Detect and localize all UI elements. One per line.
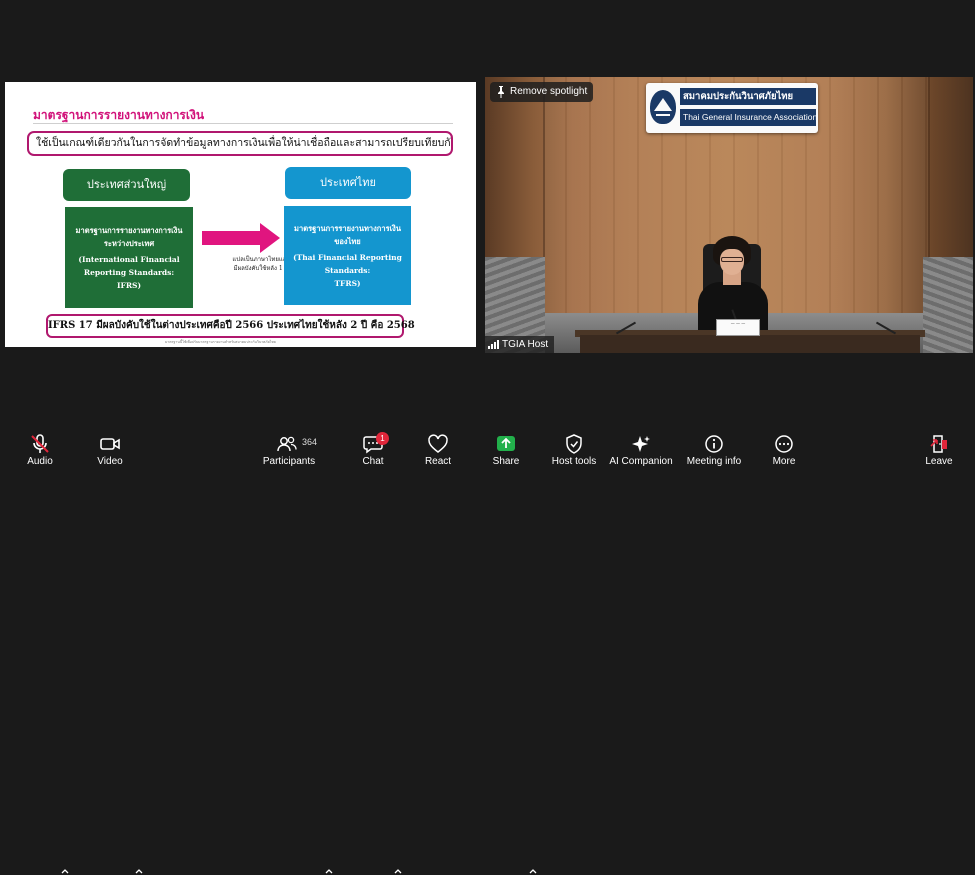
pin-icon bbox=[498, 86, 504, 98]
slide-subtitle: ใช้เป็นเกณฑ์เดียวกันในการจัดทำข้อมูลทางก… bbox=[27, 131, 453, 156]
microphone-muted-icon bbox=[31, 434, 49, 453]
tfrs-line: มาตรฐานการรายงานทางการเงิน bbox=[294, 223, 401, 233]
ifrs-line: (International Financial bbox=[78, 254, 180, 264]
chat-button[interactable]: 1 Chat bbox=[356, 428, 390, 471]
more-label: More bbox=[772, 456, 796, 467]
ifrs-line: IFRS) bbox=[116, 280, 142, 290]
audio-label: Audio bbox=[27, 456, 53, 467]
shared-screen-slide: มาตรฐานการรายงานทางการเงิน ใช้เป็นเกณฑ์เ… bbox=[5, 82, 476, 347]
slide-divider bbox=[33, 123, 453, 124]
audio-options-chevron-up-icon[interactable] bbox=[60, 867, 70, 875]
leave-door-icon bbox=[930, 435, 947, 453]
signal-strength-icon bbox=[488, 340, 499, 349]
speaker-face bbox=[720, 249, 744, 275]
remove-spotlight-label: Remove spotlight bbox=[510, 86, 588, 97]
association-sign: สมาคมประกันวินาศภัยไทย Thai General Insu… bbox=[646, 83, 818, 133]
tgia-logo-icon bbox=[650, 90, 676, 124]
share-screen-icon bbox=[497, 436, 515, 451]
more-dots-icon bbox=[775, 435, 793, 453]
meeting-info-button[interactable]: Meeting info bbox=[684, 428, 744, 471]
heart-icon bbox=[428, 434, 448, 453]
remove-spotlight-button[interactable]: Remove spotlight bbox=[490, 82, 594, 102]
ifrs-line: มาตรฐานการรายงานทางการเงิน bbox=[75, 225, 183, 235]
audio-button[interactable]: Audio bbox=[20, 428, 60, 471]
ifrs-box: มาตรฐานการรายงานทางการเงิน ระหว่างประเทศ… bbox=[65, 207, 193, 308]
leave-label: Leave bbox=[925, 456, 953, 467]
tfrs-line: TFRS) bbox=[334, 278, 361, 288]
share-button[interactable]: Share bbox=[488, 428, 524, 471]
participants-label: Participants bbox=[262, 456, 316, 467]
tfrs-box: มาตรฐานการรายงานทางการเงิน ของไทย (Thai … bbox=[284, 206, 411, 305]
host-tools-label: Host tools bbox=[551, 456, 597, 467]
arrow-right-icon bbox=[202, 223, 280, 253]
meeting-info-label: Meeting info bbox=[686, 456, 742, 467]
participants-button[interactable]: 364 Participants bbox=[262, 428, 318, 471]
tfrs-line: Standards: bbox=[324, 265, 371, 275]
participants-options-chevron-up-icon[interactable] bbox=[324, 867, 334, 875]
ai-companion-label: AI Companion bbox=[609, 456, 673, 467]
video-options-chevron-up-icon[interactable] bbox=[134, 867, 144, 875]
shield-icon bbox=[566, 434, 582, 454]
slide-footer: IFRS 17 มีผลบังคับใช้ในต่างประเทศคือปี 2… bbox=[46, 314, 415, 338]
participants-icon bbox=[277, 436, 297, 452]
sign-english-text: Thai General Insurance Association bbox=[680, 109, 816, 126]
react-label: React bbox=[424, 456, 452, 467]
leave-button[interactable]: Leave bbox=[922, 428, 956, 471]
participants-count: 364 bbox=[302, 437, 318, 447]
host-tools-button[interactable]: Host tools bbox=[548, 428, 600, 471]
meeting-stage: มาตรฐานการรายงานทางการเงิน ใช้เป็นเกณฑ์เ… bbox=[0, 0, 975, 428]
right-header: ประเทศไทย bbox=[285, 167, 411, 199]
chat-label: Chat bbox=[362, 456, 384, 467]
floor-right bbox=[923, 257, 973, 353]
speaker-glasses bbox=[721, 257, 743, 262]
spotlight-video-tile[interactable]: สมาคมประกันวินาศภัยไทย Thai General Insu… bbox=[485, 77, 973, 353]
more-button[interactable]: More bbox=[766, 428, 802, 471]
sign-thai-text: สมาคมประกันวินาศภัยไทย bbox=[680, 88, 816, 105]
share-label: Share bbox=[492, 456, 520, 467]
participant-name-tag: TGIA Host bbox=[485, 336, 555, 353]
slide-footnote: มาตรฐานนี้ใช้เพื่อปรับมาตรฐานรายงานสำหรั… bbox=[165, 340, 276, 344]
react-button[interactable]: React bbox=[420, 428, 456, 471]
info-icon bbox=[705, 435, 723, 453]
chat-options-chevron-up-icon[interactable] bbox=[393, 867, 403, 875]
arrow-note: แปลเป็นภาษาไทยและมีผลบังคับใช้หลัง 1 ปี bbox=[232, 256, 290, 272]
meeting-toolbar: Audio Video 364 Participants 1 Chat Reac… bbox=[0, 428, 975, 874]
share-options-chevron-up-icon[interactable] bbox=[528, 867, 538, 875]
ifrs-line: ระหว่างประเทศ bbox=[103, 238, 155, 248]
chat-unread-badge: 1 bbox=[376, 432, 389, 445]
video-camera-icon bbox=[100, 438, 120, 450]
participant-name: TGIA Host bbox=[502, 339, 549, 350]
video-button[interactable]: Video bbox=[90, 428, 130, 471]
sparkle-icon bbox=[632, 436, 650, 452]
tfrs-line: ของไทย bbox=[334, 236, 361, 246]
ai-companion-button[interactable]: AI Companion bbox=[608, 428, 674, 471]
table bbox=[580, 335, 920, 353]
ifrs-line: Reporting Standards: bbox=[83, 267, 175, 277]
tfrs-line: (Thai Financial Reporting bbox=[293, 252, 402, 262]
left-header: ประเทศส่วนใหญ่ bbox=[63, 169, 190, 201]
nameplate: — — — bbox=[716, 319, 760, 336]
video-label: Video bbox=[97, 456, 123, 467]
